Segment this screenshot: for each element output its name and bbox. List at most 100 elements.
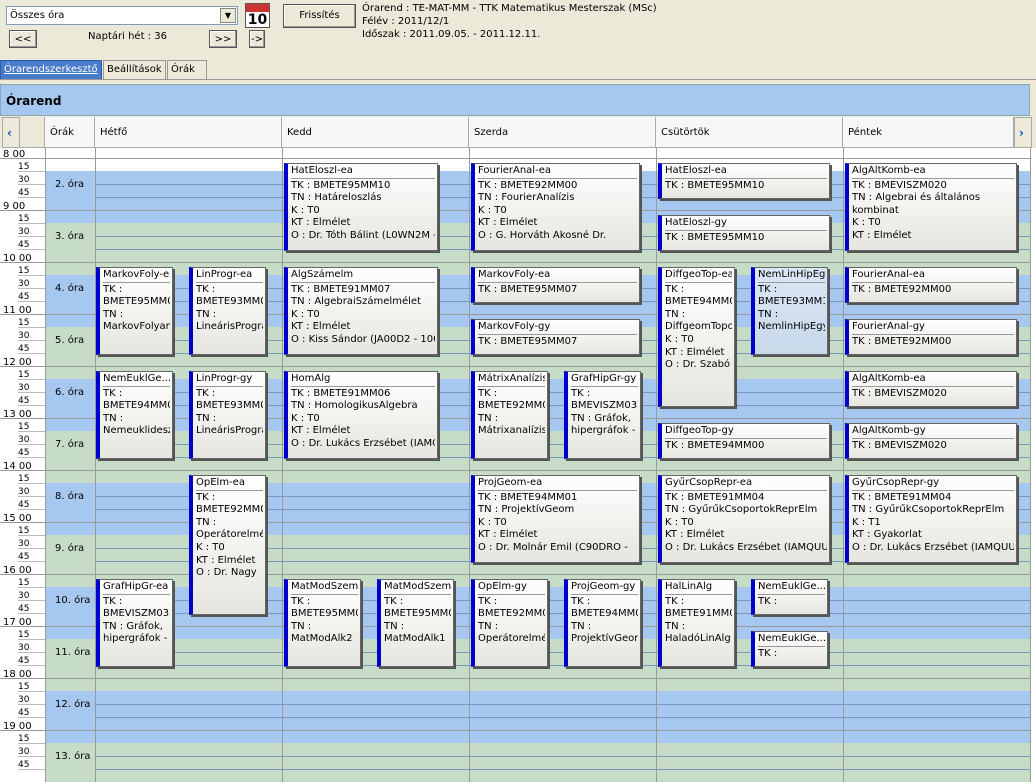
course-code: OpElm-gy <box>478 581 545 595</box>
course-block[interactable]: MarkovFoly-ea TK : BMETE95MM07 <box>471 267 640 303</box>
course-code: GyűrCsopRepr-gy <box>852 477 1014 491</box>
course-block[interactable]: OpElm-eaTK : BMETE92MM05TN : Operátorelm… <box>189 475 266 615</box>
course-detail: TK : BMETE94MM01 <box>478 491 578 503</box>
column-divider <box>95 148 96 782</box>
course-detail: TK : BMETE92MM00 <box>852 283 952 295</box>
hour-line <box>0 262 1030 263</box>
chevron-down-icon[interactable]: ▼ <box>220 8 236 23</box>
refresh-button[interactable]: Frissítés <box>283 4 356 28</box>
course-block[interactable]: FourierAnal-ea TK : BMETE92MM00 TN : Fouri… <box>471 163 640 251</box>
course-detail: TK : BMETE91MM04 <box>852 491 952 503</box>
quarter-label: 30 <box>18 383 30 393</box>
course-detail: TK : BMETE95MM07 <box>478 335 578 347</box>
course-block[interactable]: OpElm-gyTK : BMETE92MM05TN : Operátorelm… <box>471 579 548 667</box>
course-block[interactable]: AlgÁltKomb-ea TK : BMEVISZM020 <box>845 371 1017 407</box>
course-block[interactable]: AlgÁltKomb-ea TK : BMEVISZM020 TN : Algebr… <box>845 163 1017 251</box>
course-detail: TN : DiffgeomTopológia <box>665 308 732 333</box>
course-detail: TK : BMETE95MM10 <box>665 231 765 243</box>
course-detail: TK : BMETE92MM05 <box>196 491 263 516</box>
course-block[interactable]: ProjGeom-ea TK : BMETE94MM01 TN : Projektí… <box>471 475 640 563</box>
course-block[interactable]: GrafHipGr-ea TK : BMEVISZM032 TN : Gráfok,… <box>96 579 173 667</box>
prev-week-button[interactable]: << <box>9 30 37 48</box>
course-block[interactable]: HomAlg TK : BMETE91MM06 TN : HomologikusAl… <box>284 371 438 459</box>
course-block[interactable]: GyűrCsopRepr-ea TK : BMETE91MM04 TN : Gyűr… <box>658 475 830 563</box>
course-block[interactable]: LinProgr-gyTK : BMETE93MM01TN : Lineáris… <box>189 371 266 459</box>
course-detail: TK : BMETE93MM01 <box>196 387 263 412</box>
course-block[interactable]: GyűrCsopRepr-gy TK : BMETE91MM04 TN : Gyűr… <box>845 475 1017 563</box>
course-detail: TN : LineárisProgra <box>196 308 263 333</box>
course-detail: KT : Elmélet <box>852 229 912 241</box>
tab-settings[interactable]: Beállítások <box>103 60 166 80</box>
course-detail: KT : Elmélet <box>291 425 351 437</box>
semester-label: Félév : 2011/12/1 <box>362 16 450 27</box>
course-detail: TK : BMETE94MM00 <box>665 283 732 308</box>
quarter-label: 45 <box>18 552 30 562</box>
quarter-label: 30 <box>18 695 30 705</box>
quarter-label: 15 <box>18 630 30 640</box>
course-detail: O : Kiss Sándor (JA00D2 - 100%) <box>291 333 435 345</box>
course-block[interactable]: MatModSzem2TK : BMETE95MM02TN : MatModAl… <box>284 579 361 667</box>
course-block[interactable]: HatEloszl-ea TK : BMETE95MM10 <box>658 163 830 199</box>
jump-button[interactable]: -> <box>249 30 265 48</box>
slot-label: 9. óra <box>55 543 85 554</box>
course-detail: TN : AlgebraiSzámelmélet <box>291 296 421 308</box>
course-code: MarkovFoly-ea <box>103 269 170 283</box>
course-block[interactable]: AlgSzámelm TK : BMETE91MM07 TN : AlgebraiS… <box>284 267 438 355</box>
course-detail: O : Dr. Lukács Erzsébet (IAMQUU <box>291 437 435 449</box>
quarter-label: 45 <box>18 656 30 666</box>
course-block[interactable]: DiffgeoTop-gy TK : BMETE94MM00 <box>658 423 830 459</box>
course-detail: TK : BMETE95MM02 <box>291 595 358 620</box>
course-block[interactable]: MarkovFoly-eaTK : BMETE95MM07TN : Markov… <box>96 267 173 355</box>
course-block[interactable]: LinProgr-eaTK : BMETE93MM01TN : Lineáris… <box>189 267 266 355</box>
quarter-label: 15 <box>18 526 30 536</box>
scroll-right-button[interactable]: › <box>1014 117 1032 148</box>
hour-line <box>0 574 1030 575</box>
hour-label: 9 00 <box>3 201 26 212</box>
course-block[interactable]: FourierAnal-ea TK : BMETE92MM00 <box>845 267 1017 303</box>
calendar-icon[interactable]: 10 <box>245 3 270 28</box>
quarter-label: 45 <box>18 188 30 198</box>
course-block[interactable]: HatEloszl-gy TK : BMETE95MM10 <box>658 215 830 251</box>
course-block[interactable]: HatEloszl-ea TK : BMETE95MM10 TN : Határel… <box>284 163 438 251</box>
course-block[interactable]: NemLinHipEgyTK : BMETE93MM13TN : NemlinH… <box>751 267 828 355</box>
quarter-label: 15 <box>18 162 30 172</box>
course-detail: O : Dr. Lukács Erzsébet (IAMQUU <box>852 541 1014 553</box>
course-detail: TK : BMEVISZM020 <box>852 179 947 191</box>
tab-editor[interactable]: Órarendszerkesztő <box>0 60 102 80</box>
hour-label: 15 00 <box>3 513 32 524</box>
course-block[interactable]: HalLinAlgTK : BMETE91MM05TN : HaladóLinA… <box>658 579 735 667</box>
course-detail: TK : BMETE91MM07 <box>291 283 391 295</box>
course-filter-select[interactable]: Összes óra ▼ <box>6 6 238 25</box>
course-block[interactable]: DiffgeoTop-eaTK : BMETE94MM00TN : Diffge… <box>658 267 735 407</box>
course-block[interactable]: NemEuklGe...TK : BMETE94MM03TN : Nemeukl… <box>96 371 173 459</box>
scroll-left-button[interactable]: ‹ <box>2 117 20 148</box>
header-wednesday-label: Szerda <box>474 127 509 138</box>
course-block[interactable]: GrafHipGr-gy TK : BMEVISZM032 TN : Gráfok,… <box>564 371 641 459</box>
course-block[interactable]: ProjGeom-gyTK : BMETE94MM01TN : Projektí… <box>564 579 641 667</box>
course-block[interactable]: AlgÁltKomb-gy TK : BMEVISZM020 <box>845 423 1017 459</box>
hour-label: 11 00 <box>3 305 32 316</box>
course-detail: TN : MatModAlk1 <box>384 620 446 645</box>
course-detail: TN : NemlinHipEgy <box>758 308 825 333</box>
quarter-label: 45 <box>18 344 30 354</box>
slot-label: 3. óra <box>55 231 85 242</box>
course-block[interactable]: NemEuklGe... TK : <box>751 579 828 615</box>
course-detail: O : G. Horváth Ákosné Dr. <box>478 229 607 241</box>
quarter-label: 45 <box>18 604 30 614</box>
slot-label: 7. óra <box>55 439 85 450</box>
course-block[interactable]: NemEuklGe... TK : <box>751 631 828 667</box>
course-block[interactable]: MatModSzem1TK : BMETE95MM01TN : MatModAl… <box>377 579 454 667</box>
course-code: NemEuklGe... <box>758 581 825 595</box>
tab-classes[interactable]: Órák <box>167 60 207 80</box>
quarter-label: 15 <box>18 682 30 692</box>
course-block[interactable]: FourierAnal-gy TK : BMETE92MM00 <box>845 319 1017 355</box>
course-block[interactable]: MarkovFoly-gy TK : BMETE95MM07 <box>471 319 640 355</box>
course-code: AlgÁltKomb-ea <box>852 373 1014 387</box>
header-thursday-label: Csütörtök <box>661 127 710 138</box>
course-code: HatEloszl-ea <box>665 165 827 179</box>
course-block[interactable]: MátrixAnalízisTK : BMETE92MM03TN : Mátri… <box>471 371 548 459</box>
quarter-label: 15 <box>18 318 30 328</box>
next-week-button[interactable]: >> <box>209 30 237 48</box>
course-detail: TN : HomologikusAlgebra <box>291 400 418 412</box>
course-detail: TK : BMETE94MM03 <box>103 387 170 412</box>
